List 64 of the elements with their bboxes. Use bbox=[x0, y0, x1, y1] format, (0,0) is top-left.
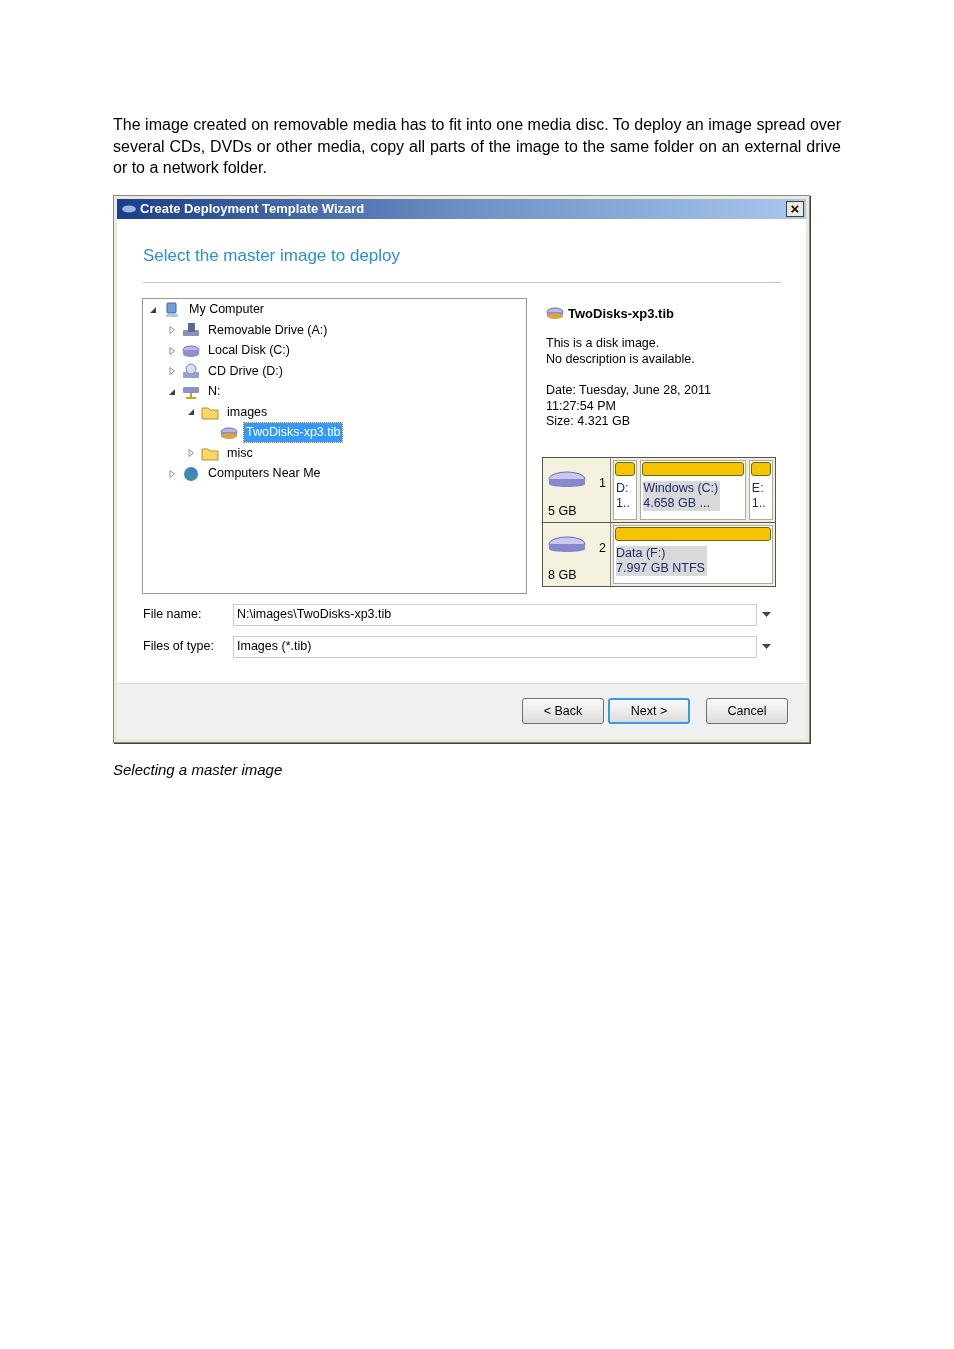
folder-icon bbox=[201, 404, 219, 421]
usage-bar bbox=[615, 461, 636, 476]
disk-size: 8 GB bbox=[548, 566, 577, 584]
expand-arrow-icon[interactable] bbox=[168, 469, 176, 478]
wizard-button[interactable]: Cancel bbox=[706, 698, 788, 724]
partition-cell[interactable]: D: 1.. bbox=[613, 459, 638, 520]
info-line: 11:27:54 PM bbox=[546, 398, 617, 414]
disk-icon bbox=[182, 342, 200, 359]
collapse-arrow-icon[interactable] bbox=[149, 305, 157, 314]
figure-caption: Selecting a master image bbox=[113, 759, 284, 780]
tree-item[interactable]: N: bbox=[206, 382, 223, 402]
partition-label: 4.658 GB ... bbox=[643, 495, 711, 511]
info-line: Size: 4.321 GB bbox=[546, 414, 632, 430]
globe-icon bbox=[182, 465, 200, 482]
disk-icon bbox=[220, 424, 238, 441]
partition-cell[interactable]: Windows (C:) 4.658 GB ... bbox=[640, 459, 746, 520]
computer-icon bbox=[163, 301, 181, 318]
partition-label: 1.. bbox=[616, 495, 631, 511]
partition-label: Data (F:) bbox=[616, 545, 667, 561]
disk-number: 1 bbox=[599, 474, 606, 492]
partition-cell[interactable]: Data (F:) 7.997 GB NTFS bbox=[613, 524, 773, 584]
partition-label: Windows (C:) bbox=[643, 480, 719, 496]
info-line: Date: Tuesday, June 28, 2011 bbox=[546, 383, 712, 399]
wizard-button[interactable]: < Back bbox=[522, 698, 604, 724]
expand-arrow-icon[interactable] bbox=[168, 346, 176, 355]
tree-item[interactable]: Removable Drive (A:) bbox=[206, 320, 330, 340]
dropdown-arrow-icon[interactable] bbox=[762, 612, 771, 617]
window-title: Create Deployment Template Wizard bbox=[140, 199, 366, 218]
tree-item[interactable]: Computers Near Me bbox=[206, 464, 323, 484]
combo-field[interactable]: N:\images\TwoDisks-xp3.tib bbox=[233, 603, 757, 626]
description-line: This is a disk image. bbox=[546, 335, 661, 351]
page-heading: Select the master image to deploy bbox=[143, 244, 402, 267]
disk-icon bbox=[546, 305, 564, 322]
collapse-arrow-icon[interactable] bbox=[187, 408, 195, 417]
partition-label: 7.997 GB NTFS bbox=[616, 560, 705, 576]
wizard-button[interactable]: Next > bbox=[608, 698, 690, 724]
field-label: Files of type: bbox=[143, 638, 215, 656]
tree-item[interactable]: My Computer bbox=[187, 300, 267, 320]
expand-arrow-icon[interactable] bbox=[187, 449, 195, 458]
disk-number: 2 bbox=[599, 539, 606, 557]
dropdown-arrow-icon[interactable] bbox=[762, 644, 771, 649]
app-icon bbox=[121, 203, 137, 214]
file-title: TwoDisks-xp3.tib bbox=[568, 304, 674, 323]
field-label: File name: bbox=[143, 606, 203, 624]
partition-label: 1.. bbox=[751, 495, 767, 511]
combo-field[interactable]: Images (*.tib) bbox=[233, 635, 757, 658]
cd-drive-icon bbox=[182, 363, 200, 380]
tree-item[interactable]: misc bbox=[225, 443, 255, 463]
usage-bar bbox=[750, 461, 771, 476]
disk-size: 5 GB bbox=[548, 502, 577, 520]
intro-paragraph: The image created on removable media has to fit into one media disc. To deploy an image spread over several CDs, DVDs or other media, copy all parts of the image to the same folder on an external drive or to a network folder. bbox=[113, 115, 841, 178]
folder-icon bbox=[201, 445, 219, 462]
partition-label: E: bbox=[751, 480, 765, 496]
expand-arrow-icon[interactable] bbox=[168, 326, 176, 335]
drive-icon bbox=[182, 322, 200, 339]
collapse-arrow-icon[interactable] bbox=[168, 387, 176, 396]
partition-label: D: bbox=[616, 480, 630, 496]
tree-item[interactable]: Local Disk (C:) bbox=[206, 341, 292, 361]
close-button[interactable]: × bbox=[786, 200, 804, 217]
tree-item[interactable]: CD Drive (D:) bbox=[206, 361, 285, 381]
partition-cell[interactable]: E: 1.. bbox=[748, 459, 773, 520]
tree-item[interactable]: images bbox=[225, 402, 270, 422]
description-line: No description is available. bbox=[546, 351, 696, 367]
expand-arrow-icon[interactable] bbox=[168, 367, 176, 376]
